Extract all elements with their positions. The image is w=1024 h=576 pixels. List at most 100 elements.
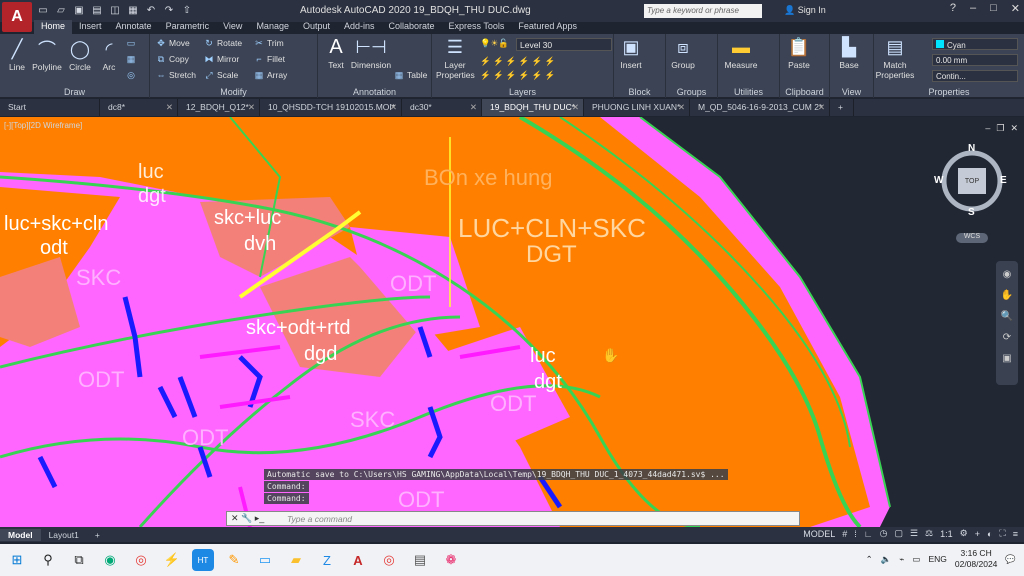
help-icon[interactable]: ? (950, 2, 956, 15)
language-indicator[interactable]: ENG (928, 554, 946, 564)
doc-tab-thu-duc[interactable]: 19_BDQH_THU DUC* ✕ (482, 99, 584, 116)
layer-state-icons[interactable]: 💡☀🔓 (480, 38, 509, 49)
zoom-icon[interactable]: 🔍 (996, 311, 1018, 322)
polar-icon[interactable]: ◷ (880, 528, 888, 539)
minimize-icon[interactable]: – (970, 2, 976, 15)
volume-icon[interactable]: 🔈 (881, 554, 892, 565)
drawing-viewport[interactable]: luc dgt BOn xe hung LUC+CLN+SKC DGT skc+… (0, 117, 1024, 527)
plot-icon[interactable]: ▦ (126, 3, 140, 17)
doc-tab-dc8[interactable]: dc8* ✕ (100, 99, 178, 116)
customize-icon[interactable]: ≡ (1013, 529, 1018, 539)
web-icon[interactable]: ◫ (108, 3, 122, 17)
annotation-scale-value[interactable]: 1:1 (940, 529, 953, 539)
osnap-icon[interactable]: ▢ (894, 528, 903, 539)
save-as-icon[interactable]: ▤ (90, 3, 104, 17)
layer-dropdown[interactable]: Level 30 (516, 38, 612, 51)
rotate-button[interactable]: ↻ Rotate (204, 38, 242, 49)
chrome-icon[interactable]: ◎ (130, 549, 152, 571)
close-tab-icon[interactable]: ✕ (390, 102, 397, 113)
rectangle-button[interactable]: ▭ (126, 38, 136, 48)
tab-parametric[interactable]: Parametric (159, 20, 217, 34)
doc-tab-linh-xuan[interactable]: PHUONG LINH XUAN* ✕ (584, 99, 690, 116)
dimension-button[interactable]: ⊢⊣ Dimension (350, 36, 392, 71)
app-icon-1[interactable]: ◉ (99, 549, 121, 571)
tab-manage[interactable]: Manage (249, 20, 296, 34)
chrome-icon-2[interactable]: ◎ (378, 549, 400, 571)
add-layout-button[interactable]: + (87, 529, 108, 541)
array-button[interactable]: ▦ Array (254, 70, 288, 81)
close-tab-icon[interactable]: ✕ (572, 102, 579, 113)
open-file-icon[interactable]: ▱ (54, 3, 68, 17)
snap-icon[interactable]: ⁞ (854, 529, 857, 539)
tab-express-tools[interactable]: Express Tools (442, 20, 512, 34)
compass-s[interactable]: S (968, 207, 975, 218)
viewcube[interactable]: TOP N S E W WCS (934, 141, 1008, 251)
close-tab-icon[interactable]: ✕ (818, 102, 825, 113)
circle-button[interactable]: ◯ Circle (66, 38, 94, 73)
copy-button[interactable]: ⧉ Copy (156, 54, 189, 65)
viewport-label[interactable]: [-][Top][2D Wireframe] (4, 121, 82, 130)
autocad-taskbar-icon[interactable]: A (347, 549, 369, 571)
layer-properties-button[interactable]: ☰ Layer Properties (436, 36, 475, 81)
boundary-button[interactable]: ◎ (126, 70, 136, 80)
tab-layout1[interactable]: Layout1 (41, 529, 87, 541)
lineweight-icon[interactable]: ☰ (910, 528, 918, 539)
plus-icon[interactable]: + (975, 529, 980, 539)
network-icon[interactable]: ⌁ (899, 554, 904, 565)
restore-icon[interactable]: ❐ (996, 123, 1004, 134)
share-icon[interactable]: ⇧ (180, 3, 194, 17)
text-button[interactable]: A Text (322, 36, 350, 71)
search-input[interactable]: Type a keyword or phrase (644, 4, 762, 18)
notifications-icon[interactable]: 💬 (1005, 554, 1016, 565)
orbit-icon[interactable]: ⟳ (996, 332, 1018, 343)
new-tab-button[interactable]: + (830, 99, 854, 116)
table-button[interactable]: ▦ Table (394, 70, 428, 81)
doc-tab-q12[interactable]: 12_BDQH_Q12* ✕ (178, 99, 260, 116)
clock[interactable]: 3:16 CH 02/08/2024 (955, 548, 998, 570)
trim-button[interactable]: ✂ Trim (254, 38, 283, 49)
new-file-icon[interactable]: ▭ (36, 3, 50, 17)
color-dropdown[interactable]: Cyan (932, 38, 1018, 50)
tab-add-ins[interactable]: Add-ins (337, 20, 382, 34)
redo-icon[interactable]: ↷ (162, 3, 176, 17)
line-button[interactable]: ╱ Line (4, 38, 30, 73)
linetype-dropdown[interactable]: Contin... (932, 70, 1018, 82)
close-icon[interactable]: ✕ (1010, 123, 1018, 134)
tab-featured-apps[interactable]: Featured Apps (511, 20, 584, 34)
paste-button[interactable]: 📋 Paste (784, 36, 814, 71)
close-tab-icon[interactable]: ✕ (678, 102, 685, 113)
app-icon-6[interactable]: ▤ (409, 549, 431, 571)
doc-tab-dc30[interactable]: dc30* ✕ (402, 99, 482, 116)
base-button[interactable]: ▙ Base (834, 36, 864, 71)
battery-icon[interactable]: ▭ (912, 554, 920, 565)
layer-tools-row2[interactable]: ⚡ ⚡ ⚡ ⚡ ⚡ ⚡ (480, 70, 555, 81)
tab-insert[interactable]: Insert (72, 20, 109, 34)
save-icon[interactable]: ▣ (72, 3, 86, 17)
tray-chevron-icon[interactable]: ⌃ (866, 554, 873, 565)
fullscreen-icon[interactable]: ⛶ (999, 528, 1005, 539)
viewcube-top-face[interactable]: TOP (958, 168, 986, 194)
maximize-icon[interactable]: □ (990, 2, 997, 15)
command-close-icon[interactable]: ✕ 🔧 ▸_ (231, 513, 264, 524)
windows-start-icon[interactable]: ⊞ (6, 549, 28, 571)
task-view-icon[interactable]: ⧉ (68, 549, 90, 571)
doc-tab-qhsdd[interactable]: 10_QHSDD-TCH 19102015.MOI* ✕ (260, 99, 402, 116)
file-explorer-icon[interactable]: ▰ (285, 549, 307, 571)
close-tab-icon[interactable]: ✕ (166, 102, 173, 113)
pan-icon[interactable]: ✋ (996, 290, 1018, 301)
doc-tab-start[interactable]: Start (0, 99, 100, 116)
isolate-icon[interactable]: ◐ (987, 529, 992, 539)
close-tab-icon[interactable]: ✕ (248, 102, 255, 113)
tab-view[interactable]: View (216, 20, 249, 34)
navigation-bar[interactable]: ◉ ✋ 🔍 ⟳ ▣ (996, 261, 1018, 385)
app-icon-3[interactable]: HT (192, 549, 214, 571)
command-input[interactable]: ✕ 🔧 ▸_ Type a command (226, 511, 800, 526)
zalo-icon[interactable]: Z (316, 549, 338, 571)
tab-collaborate[interactable]: Collaborate (382, 20, 442, 34)
compass-w[interactable]: W (934, 175, 943, 186)
group-button[interactable]: ⧈ Group (668, 36, 698, 71)
tab-home[interactable]: Home (34, 20, 73, 34)
search-icon[interactable]: ⚲ (37, 549, 59, 571)
app-icon-2[interactable]: ⚡ (161, 549, 183, 571)
compass-n[interactable]: N (968, 143, 975, 154)
